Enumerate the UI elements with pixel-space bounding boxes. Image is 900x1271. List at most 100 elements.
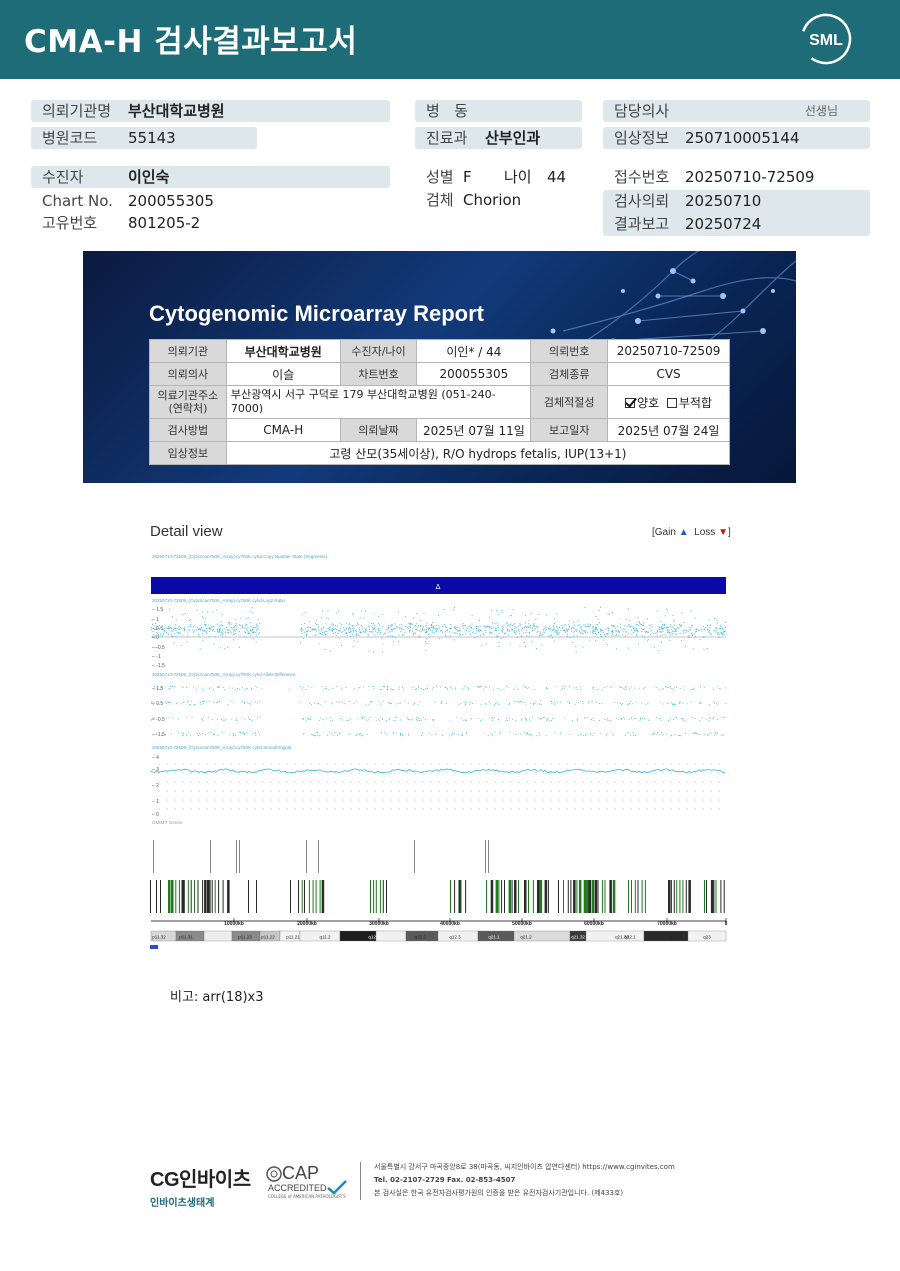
- smooth-grid-dot: [286, 790, 288, 792]
- smooth-grid-dot: [462, 763, 464, 765]
- smooth-grid-dot: [366, 808, 368, 810]
- log2-point: [612, 625, 614, 627]
- allele-point: [582, 703, 584, 705]
- allele-point: [153, 704, 154, 706]
- log2-point: [216, 630, 218, 632]
- allele-point: [628, 703, 630, 705]
- allele-point: [539, 703, 541, 705]
- allele-point: [189, 703, 191, 705]
- label-ward: 병 동: [426, 102, 468, 120]
- report-title: CMA-H 검사결과보고서: [24, 24, 358, 60]
- log2-point: [212, 626, 214, 628]
- allele-point: [695, 733, 697, 735]
- allele-point: [574, 703, 576, 705]
- allele-point: [509, 703, 511, 705]
- log2-point: [443, 624, 445, 626]
- log2-point: [315, 622, 317, 624]
- smooth-grid-dot: [206, 799, 208, 801]
- log2-point: [234, 633, 236, 635]
- log2-point: [582, 646, 584, 648]
- allele-point: [593, 687, 595, 688]
- field-patient: 수진자 이인숙: [31, 166, 390, 188]
- allele-point: [610, 685, 612, 687]
- smooth-grid-dot: [566, 799, 568, 801]
- allele-point: [200, 734, 202, 736]
- allele-point: [414, 702, 416, 704]
- smooth-grid-dot: [446, 781, 448, 783]
- log2-point: [484, 626, 487, 629]
- allele-point: [525, 704, 527, 706]
- smooth-grid-dot: [366, 763, 368, 765]
- gene-mark: [539, 880, 543, 913]
- field-hospital-code: 병원코드 55143: [31, 127, 257, 149]
- log2-point: [514, 631, 516, 633]
- allele-point: [251, 719, 253, 721]
- smooth-grid-dot: [430, 799, 432, 801]
- log2-point: [345, 627, 347, 629]
- allele-point: [440, 686, 441, 688]
- log2-point: [724, 621, 726, 623]
- allele-point: [241, 717, 243, 719]
- smooth-grid-dot: [390, 790, 392, 792]
- log2-point: [437, 614, 439, 616]
- allele-point: [625, 688, 627, 690]
- smooth-grid-dot: [406, 772, 408, 774]
- smooth-grid-dot: [550, 799, 552, 801]
- log2-point: [720, 631, 722, 633]
- allele-point: [400, 733, 402, 735]
- log2-point: [471, 623, 473, 625]
- log2-point: [555, 629, 557, 632]
- allele-point: [254, 701, 256, 703]
- log2-point: [658, 625, 660, 627]
- gene-mark: [601, 880, 603, 913]
- log2-point: [496, 622, 498, 624]
- log2-point: [509, 642, 511, 644]
- allele-point: [607, 719, 609, 721]
- gene-mark: [537, 880, 540, 913]
- log2-point: [238, 630, 241, 633]
- smooth-grid-dot: [518, 799, 520, 801]
- allele-point: [686, 703, 688, 705]
- allele-point: [398, 686, 400, 688]
- log2-point: [228, 622, 230, 624]
- log2-point: [566, 633, 568, 635]
- allele-point: [302, 686, 304, 688]
- smooth-grid-dot: [230, 781, 232, 783]
- allele-point: [560, 732, 561, 734]
- allele-point: [633, 734, 635, 736]
- gene-mark: [597, 880, 599, 913]
- allele-point: [518, 702, 520, 704]
- smooth-grid-dot: [670, 781, 672, 783]
- log2-point: [572, 636, 574, 638]
- log2-point: [662, 630, 664, 632]
- log2-point: [168, 627, 170, 629]
- log2-point: [626, 618, 628, 620]
- allele-point: [569, 733, 571, 735]
- log2-point: [426, 638, 428, 640]
- log2-point: [643, 636, 646, 638]
- log2-point: [663, 623, 665, 626]
- smooth-grid-dot: [542, 799, 544, 801]
- allele-point: [595, 701, 597, 703]
- log2-point: [707, 625, 709, 627]
- log2-point: [459, 630, 462, 632]
- log2-point: [323, 626, 325, 628]
- smooth-grid-dot: [478, 808, 480, 810]
- smooth-grid-dot: [718, 772, 720, 774]
- smooth-tick-label: – 4: [152, 755, 159, 761]
- smooth-grid-dot: [174, 772, 176, 774]
- log2-point: [449, 635, 451, 637]
- smooth-grid-dot: [558, 790, 560, 792]
- gene-mark: [668, 880, 671, 913]
- field-doctor: 담당의사 선생님: [603, 100, 870, 122]
- allele-point: [554, 701, 556, 703]
- log2-point: [379, 629, 381, 631]
- track-label: 20250710-72509_(CytoScan750K_Array).cy75…: [152, 745, 291, 750]
- log2-point: [323, 631, 325, 633]
- allele-point: [387, 688, 389, 690]
- allele-point: [317, 735, 319, 737]
- log2-point: [408, 625, 410, 627]
- log2-point: [454, 632, 456, 634]
- log2-point: [239, 634, 241, 636]
- log2-point: [365, 629, 367, 631]
